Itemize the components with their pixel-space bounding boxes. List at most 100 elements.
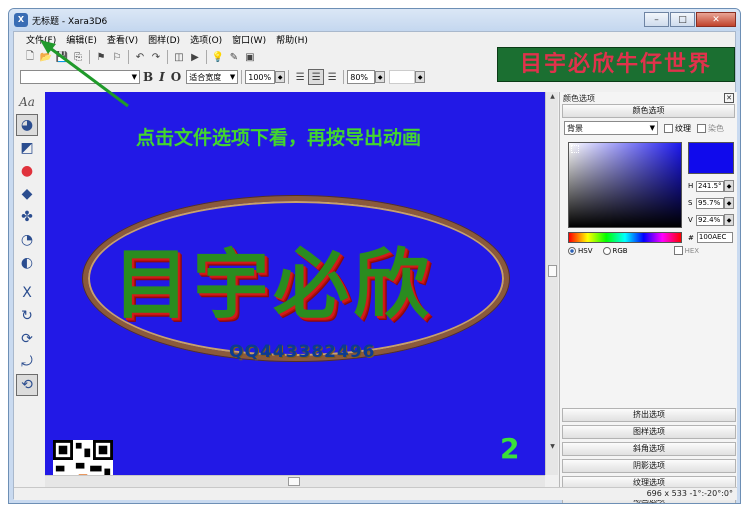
- swing-rotate-icon[interactable]: ⟳: [16, 328, 38, 350]
- menu-design[interactable]: 图样(D): [148, 33, 180, 46]
- load-design-icon[interactable]: ⚑: [93, 49, 109, 65]
- hsv-radio[interactable]: [568, 246, 576, 255]
- align-center-icon[interactable]: ☰: [308, 69, 325, 85]
- lightning-icon[interactable]: ✎: [226, 49, 242, 65]
- hex-prefix: #: [688, 233, 694, 242]
- zoom-fit-combo[interactable]: 适合宽度 ▼: [186, 70, 239, 84]
- hue-spinner[interactable]: ◆: [724, 180, 734, 192]
- hue-slider[interactable]: [568, 232, 682, 243]
- bevel-options-header[interactable]: 斜角选项: [562, 442, 736, 456]
- redo-icon[interactable]: ↷: [148, 49, 164, 65]
- menu-file[interactable]: 文件(F): [26, 33, 56, 46]
- bold-button[interactable]: B: [143, 70, 153, 84]
- color-tool-icon[interactable]: ◕: [16, 114, 38, 136]
- open-file-icon[interactable]: 📂: [38, 49, 54, 65]
- design-canvas[interactable]: 目宇必欣 QQ443382496 点击文件选项下看，再按导出动画 2: [45, 92, 545, 475]
- saturation-value[interactable]: 95.7%: [696, 197, 724, 209]
- shadow-options-header[interactable]: 阴影选项: [562, 459, 736, 473]
- align-left-icon[interactable]: ☰: [292, 69, 308, 85]
- qq-number-text: QQ443382496: [229, 342, 376, 362]
- window-size-icon[interactable]: ▣: [242, 49, 258, 65]
- save-file-icon[interactable]: 💾: [54, 49, 70, 65]
- save-design-icon[interactable]: ⚐: [109, 49, 125, 65]
- picker-marker[interactable]: [571, 145, 579, 153]
- menu-window[interactable]: 窗口(W): [232, 33, 266, 46]
- vertical-scrollbar[interactable]: ▲ ▼: [545, 92, 558, 475]
- value-letter: V: [688, 216, 693, 224]
- maximize-button[interactable]: □: [670, 12, 695, 27]
- shadow-tool-icon[interactable]: ◆: [16, 183, 38, 205]
- texture-tool-icon[interactable]: ◐: [16, 252, 38, 274]
- window-title: 无标题 - Xara3D6: [32, 17, 108, 27]
- scroll-thumb[interactable]: [288, 477, 300, 486]
- zoom-spinner[interactable]: ◆: [275, 71, 286, 83]
- undo-icon[interactable]: ↶: [132, 49, 148, 65]
- minimize-button[interactable]: –: [644, 12, 669, 27]
- char-spacing-spinner[interactable]: ◆: [415, 71, 426, 83]
- menu-edit[interactable]: 编辑(E): [66, 33, 97, 46]
- xara-app-icon[interactable]: X: [14, 13, 28, 27]
- color-target-value: 背景: [567, 123, 583, 133]
- extrude-tool-icon[interactable]: ◩: [16, 137, 38, 159]
- close-button[interactable]: ✕: [696, 12, 736, 27]
- scroll-thumb[interactable]: [548, 265, 557, 277]
- extrude-options-header[interactable]: 挤出选项: [562, 408, 736, 422]
- hue-letter: H: [688, 182, 694, 190]
- outline-button[interactable]: O: [171, 70, 181, 84]
- pulse-rotate-icon[interactable]: ⤾: [16, 351, 38, 373]
- toolbar-separator: [167, 50, 168, 64]
- saturation-spinner[interactable]: ◆: [724, 197, 734, 209]
- value-spinner[interactable]: ◆: [724, 214, 734, 226]
- font-combo[interactable]: ▼: [20, 70, 140, 84]
- text-toolbar: ▼ B I O 适合宽度 ▼ 100% ◆ ☰ ☰ ☰ 80% ◆ ◆: [14, 67, 494, 87]
- hex-value[interactable]: 100AEC: [696, 232, 733, 243]
- design-options-header[interactable]: 图样选项: [562, 425, 736, 439]
- align-right-icon[interactable]: ☰: [324, 69, 340, 85]
- color-options-header[interactable]: 颜色选项: [562, 104, 735, 118]
- line-spacing-spinner[interactable]: ◆: [375, 71, 386, 83]
- hue-value[interactable]: 241.5°: [696, 180, 724, 192]
- char-spacing-field[interactable]: [389, 70, 416, 84]
- dye-checkbox[interactable]: [697, 123, 706, 133]
- scroll-up-icon[interactable]: ▲: [547, 93, 558, 103]
- menu-help[interactable]: 帮助(H): [276, 33, 308, 46]
- play-icon[interactable]: ▶: [187, 49, 203, 65]
- color-target-combo[interactable]: 背景 ▼: [564, 121, 658, 135]
- x-rotate-icon[interactable]: X: [16, 282, 38, 304]
- text-tool-icon[interactable]: Aa: [16, 91, 38, 113]
- export-icon[interactable]: ⎘: [70, 49, 86, 65]
- texture-checkbox[interactable]: [664, 123, 673, 133]
- title-bar[interactable]: X 无标题 - Xara3D6 – □ ✕: [9, 9, 740, 31]
- instruction-caption: 点击文件选项下看，再按导出动画: [136, 127, 422, 149]
- horizontal-scrollbar[interactable]: [45, 475, 545, 487]
- hex-checkbox[interactable]: [673, 246, 683, 255]
- light-bulb-icon[interactable]: 💡: [210, 49, 226, 65]
- chevron-down-icon: ▼: [229, 73, 236, 81]
- color-picker-square[interactable]: [568, 142, 682, 228]
- free-rotate-icon[interactable]: ⟲: [16, 374, 38, 396]
- italic-button[interactable]: I: [159, 70, 165, 84]
- menu-bar: 文件(F) 编辑(E) 查看(V) 图样(D) 选项(O) 窗口(W) 帮助(H…: [14, 32, 735, 47]
- saturation-letter: S: [688, 199, 693, 207]
- line-spacing-value: 80%: [350, 72, 369, 82]
- new-file-icon[interactable]: 🗋: [22, 49, 38, 65]
- rgb-label: RGB: [612, 246, 628, 255]
- scroll-down-icon[interactable]: ▼: [547, 443, 558, 453]
- rotate-tool-icon[interactable]: ◔: [16, 229, 38, 251]
- options-panel: 颜色选项 ✕ 颜色选项 背景 ▼ 纹理 染色 H 241.5° ◆ S 95.7…: [559, 92, 737, 503]
- rgb-radio[interactable]: [602, 246, 611, 255]
- 3d-title-text: 目宇必欣: [113, 240, 433, 329]
- line-spacing-field[interactable]: 80%: [347, 70, 376, 84]
- value-value[interactable]: 92.4%: [696, 214, 724, 226]
- design-tool-icon[interactable]: ✤: [16, 206, 38, 228]
- hex-field: # 100AEC: [688, 232, 733, 243]
- spin-rotate-icon[interactable]: ↻: [16, 305, 38, 327]
- animation-icon[interactable]: ◫: [171, 49, 187, 65]
- menu-options[interactable]: 选项(O): [190, 33, 222, 46]
- zoom-percent-field[interactable]: 100%: [245, 70, 276, 84]
- bevel-tool-icon[interactable]: ●: [16, 160, 38, 182]
- close-icon[interactable]: ✕: [724, 93, 734, 103]
- application-window: X 无标题 - Xara3D6 – □ ✕ 文件(F) 编辑(E) 查看(V) …: [8, 8, 741, 504]
- toolbar-separator: [343, 70, 345, 84]
- menu-view[interactable]: 查看(V): [107, 33, 138, 46]
